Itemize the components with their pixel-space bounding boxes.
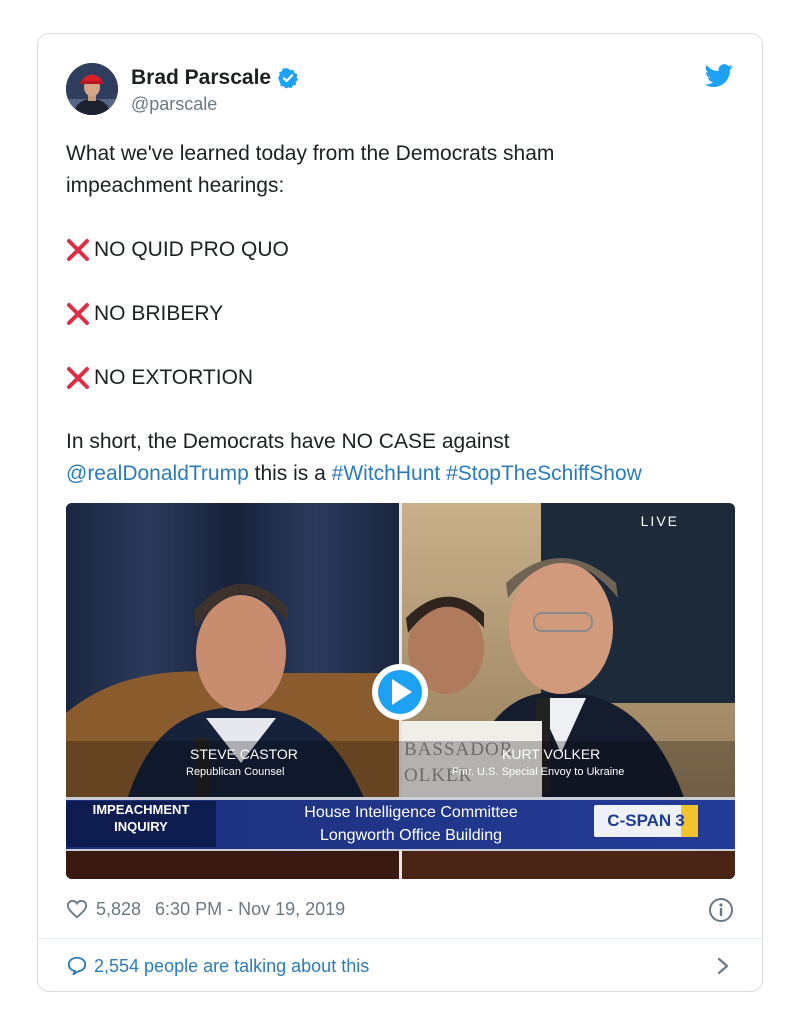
- closing-text: In short, the Democrats have NO CASE aga…: [66, 430, 510, 453]
- mention-link[interactable]: @realDonaldTrump: [66, 462, 249, 485]
- info-icon[interactable]: [708, 897, 734, 923]
- heart-icon[interactable]: [66, 899, 88, 919]
- live-label: LIVE: [640, 513, 679, 529]
- tweet-text: What we've learned today from the Democr…: [66, 138, 736, 490]
- timestamp[interactable]: 6:30 PM - Nov 19, 2019: [155, 899, 345, 920]
- x-mark-icon: [67, 367, 89, 389]
- banner-line-1: House Intelligence Committee: [304, 804, 518, 821]
- point-bribery: NO BRIBERY: [66, 298, 736, 330]
- chevron-right-icon[interactable]: [712, 955, 734, 977]
- left-name: STEVE CASTOR: [190, 746, 298, 762]
- divider: [38, 938, 762, 939]
- cspan-number: 3: [675, 811, 685, 830]
- avatar[interactable]: [66, 63, 118, 115]
- placard-line-1: BASSADOR: [404, 739, 514, 760]
- banner-label-1: IMPEACHMENT: [92, 802, 190, 817]
- point-label: NO EXTORTION: [94, 366, 254, 389]
- like-count[interactable]: 5,828: [96, 899, 141, 920]
- x-mark-icon: [67, 239, 89, 261]
- author-handle[interactable]: @parscale: [131, 94, 217, 115]
- author-name-row[interactable]: Brad Parscale: [131, 66, 299, 90]
- point-quid-pro-quo: NO QUID PRO QUO: [66, 234, 736, 266]
- banner-label-2: INQUIRY: [114, 819, 168, 834]
- video-player[interactable]: LIVE STEVE CASTOR Republican Counsel BAS…: [66, 503, 735, 879]
- speech-bubble-icon: [67, 956, 87, 976]
- middle-text: this is a: [254, 462, 326, 485]
- conversation-link[interactable]: 2,554 people are talking about this: [66, 952, 369, 980]
- banner-line-2: Longworth Office Building: [319, 827, 503, 844]
- verified-badge-icon: [278, 68, 299, 89]
- tweet-closing: In short, the Democrats have NO CASE aga…: [66, 426, 736, 490]
- right-name: KURT VOLKER: [502, 746, 601, 762]
- hashtag-stoptheschiffshow[interactable]: #StopTheSchiffShow: [446, 462, 642, 485]
- x-mark-icon: [67, 303, 89, 325]
- play-button[interactable]: [372, 664, 428, 720]
- tweet-intro: What we've learned today from the Democr…: [66, 142, 555, 197]
- tweet-meta: 5,828 6:30 PM - Nov 19, 2019: [66, 895, 345, 923]
- talking-count-text[interactable]: 2,554 people are talking about this: [94, 956, 369, 977]
- point-label: NO QUID PRO QUO: [94, 238, 289, 261]
- twitter-bird-icon[interactable]: [704, 64, 734, 88]
- point-extortion: NO EXTORTION: [66, 362, 736, 394]
- left-title: Republican Counsel: [186, 766, 285, 778]
- author-name[interactable]: Brad Parscale: [131, 66, 271, 90]
- hashtag-witchhunt[interactable]: #WitchHunt: [332, 462, 441, 485]
- right-title: Fmr. U.S. Special Envoy to Ukraine: [452, 766, 625, 778]
- point-label: NO BRIBERY: [94, 302, 224, 325]
- cspan-text: C-SPAN: [607, 811, 672, 830]
